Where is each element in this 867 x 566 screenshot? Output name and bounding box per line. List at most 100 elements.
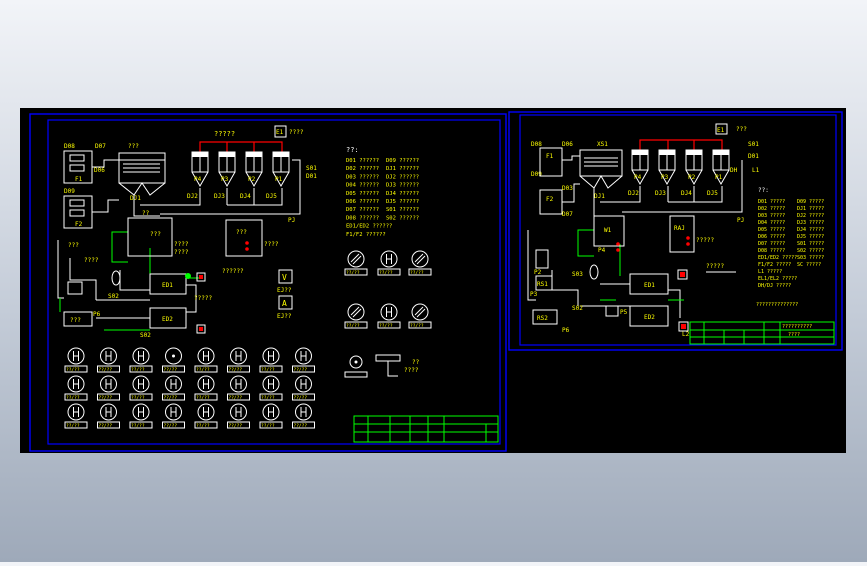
schematic-canvas: D08 D07 D09 D06 F1 F2 ??? DJ1 ????? E1 ?… [20,108,846,453]
s2-tag-p5: P5 [620,309,628,316]
tag-dj5: DJ5 [266,193,277,200]
header-label: ????? [214,130,235,138]
selector-switch-caption: ??/?? [131,367,145,373]
s1-legend-item: D03 ?????? [346,174,379,180]
s2-rs1-label: RS1 [537,281,548,288]
s2-tag-dj5: DJ5 [707,190,718,197]
s2-legend-item: EL1/EL2 ????? [758,276,797,282]
s2-tag-dh: DH [730,167,738,174]
selector-switch-caption: ??/?? [131,423,145,429]
s2-legend-note: ?????????????? [756,302,798,308]
valve-label-3: ???? [174,241,189,248]
cad-drawing-viewer: D08 D07 D09 D06 F1 F2 ??? DJ1 ????? E1 ?… [0,0,867,562]
selector-switch-caption: ??/?? [99,423,113,429]
s2-tag-d07: D07 [562,211,573,218]
hopper-label: ??? [128,143,139,150]
selector-switch-caption: ??/?? [229,395,243,401]
s2-tag-d09: D09 [531,171,542,178]
s1-legend-item: ED1/ED2 ?????? [346,224,392,230]
s2-legend-item: D03 ????? [758,213,785,219]
s2-legend-item: S03 ????? [797,255,824,261]
selector-switch-caption: ??/?? [410,270,424,276]
selector-switch-caption: ??/?? [196,367,210,373]
tag-pj: PJ [288,217,295,224]
title-block-name: ?????????? [782,324,812,330]
s2-legend-item: D02 ????? [758,206,785,212]
s2-ed1-label: ED1 [644,282,655,289]
s1-legend-item: DJ1 ?????? [386,166,419,172]
selector-switch-caption: ??/?? [196,423,210,429]
s1-legend-item: D09 ?????? [386,158,419,164]
s2-e1-label: E1 [717,127,725,134]
title-block-caption: ???? [788,332,800,338]
s2-bin-label: P1 [715,174,723,181]
valve-label-1: ??? [68,242,79,249]
s1-legend-item: DJ5 ?????? [386,199,419,205]
selector-switch-caption: ??/?? [346,323,360,329]
s1-legend-item: DJ4 ?????? [386,191,419,197]
selector-switch-caption: ??/?? [164,423,178,429]
s2-tag-s03: S03 [572,271,583,278]
voltmeter-label: V [282,273,287,282]
s2-legend-item: F1/F2 ????? [758,262,791,268]
ed1-label: ED1 [162,282,173,289]
selector-switch-caption: ??/?? [229,423,243,429]
tag-d08: D08 [64,143,75,150]
ammeter-label: A [282,299,287,308]
selector-switch-caption: ??/?? [66,395,80,401]
s2-tag-dj3: DJ3 [655,190,666,197]
s1-bin-label: P4 [194,176,202,183]
s2-tag-dj2: DJ2 [628,190,639,197]
valve-label-5: ???? [84,257,99,264]
s2-tag-pj: PJ [737,217,744,224]
s1-legend-item: D06 ?????? [346,199,379,205]
tag-p5: S02 [140,332,151,339]
label-f1: F1 [75,176,83,183]
s2-tag-s01: S01 [748,141,759,148]
s2-bus-caption: ????? [706,263,724,270]
selector-switch-caption: ??/?? [261,367,275,373]
s2-legend-item: D05 ????? [758,227,785,233]
tag-dj1: DJ1 [130,195,141,202]
s2-legend-item: DJ4 ????? [797,227,824,233]
s1-legend-item: D07 ?????? [346,207,379,213]
s2-legend-item: S01 ????? [797,241,824,247]
selector-switch-caption: ??/?? [66,423,80,429]
s2-legend-item: S02 ????? [797,248,824,254]
potentiometer-label: ?? [412,359,420,366]
s2-legend-item: DJ3 ????? [797,220,824,226]
s2-tag-xs1: XS1 [597,141,608,148]
s1-bin-label: P2 [248,176,256,183]
selector-switch-caption: ??/?? [164,395,178,401]
s2-bin-label: P4 [634,174,642,181]
s2-tag-d01: D01 [748,153,759,160]
selector-switch-caption: ??/?? [379,323,393,329]
s2-legend-item: SC ????? [797,262,821,268]
s1-legend-item: D01 ?????? [346,158,379,164]
s2-rs2-label: RS2 [537,315,548,322]
s2-tag-p3: P3 [530,291,538,298]
selector-switch-caption: ??/?? [196,395,210,401]
s2-tag-dj4: DJ4 [681,190,692,197]
legend-title: ??: [346,146,359,154]
s2-tag-p4: P4 [598,247,606,254]
s2-tag-p6: P6 [562,327,570,334]
s2-vessel-label: W1 [604,227,612,234]
s2-legend-item: DJ1 ????? [797,206,824,212]
potentiometer-caption: ???? [404,367,419,374]
s2-tag-d06: D06 [562,141,573,148]
selector-switch-caption: ??/?? [99,367,113,373]
s2-legend-item: DJ5 ????? [797,234,824,240]
panel-box-label: ??? [236,229,247,236]
selector-switch-caption: ??/?? [410,323,424,329]
tag-dj4: DJ4 [240,193,251,200]
s1-legend-item: D02 ?????? [346,166,379,172]
tag-d09: D09 [64,188,75,195]
s2-ed2-label: ED2 [644,314,655,321]
s2-bin-label: P3 [661,174,669,181]
s2-legend-item: D06 ????? [758,234,785,240]
selector-switch-caption: ??/?? [294,423,308,429]
s2-tag-d08: D08 [531,141,542,148]
valve-label-2: ??? [150,231,161,238]
ammeter-caption: EJ?? [277,313,292,320]
